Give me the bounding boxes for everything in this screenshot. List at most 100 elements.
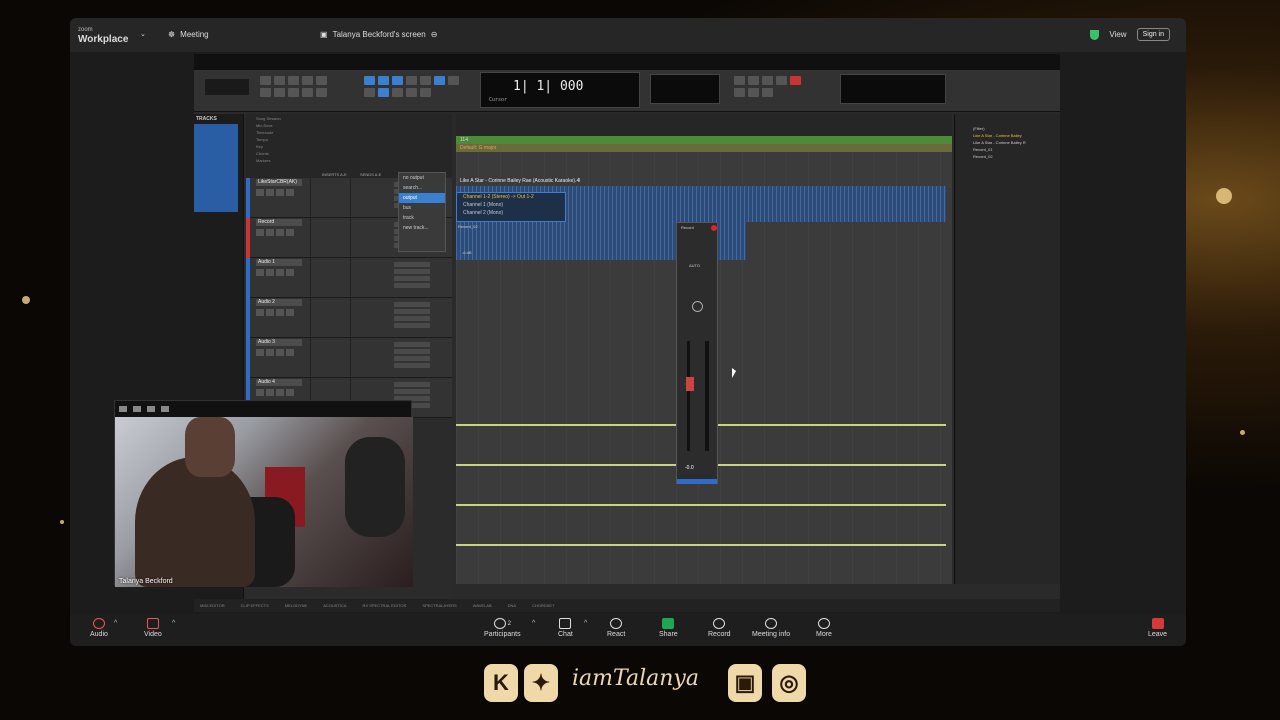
- chevron-up-icon[interactable]: ^: [584, 620, 587, 627]
- chevron-up-icon[interactable]: ^: [532, 620, 535, 627]
- edit-mode-group[interactable]: [364, 76, 464, 104]
- video-button[interactable]: Video: [144, 618, 162, 638]
- share-button[interactable]: Share: [659, 618, 678, 638]
- ruler-label: Markers: [256, 158, 271, 163]
- clip-list-item[interactable]: Like A Star - Corinne Bailey: [955, 132, 1060, 139]
- track-name[interactable]: LikeStarCBR(AK): [256, 179, 302, 186]
- participants-count: 2: [507, 620, 511, 627]
- meeting-info-button[interactable]: Meeting info: [752, 618, 790, 638]
- menu-item[interactable]: Channel 1 (Mono): [457, 201, 565, 209]
- edit-window[interactable]: 114 Default: G major Like A Star - Corin…: [456, 114, 952, 584]
- mixer-channel-strip: Record AUTO -0.0: [676, 222, 718, 484]
- react-button[interactable]: React: [607, 618, 625, 638]
- record-arm-icon[interactable]: [711, 225, 717, 231]
- more-label: More: [816, 631, 832, 638]
- menu-item[interactable]: no output: [399, 173, 445, 183]
- participants-button[interactable]: 2 Participants: [484, 618, 521, 638]
- main-counter[interactable]: 1| 1| 000 Cursor: [480, 72, 640, 108]
- track-name[interactable]: Audio 1: [256, 259, 302, 266]
- camera-icon: [146, 618, 159, 629]
- clip-list-panel: (Filter) Like A Star - Corinne Bailey Li…: [954, 114, 1060, 584]
- daw-toolbar: 1| 1| 000 Cursor: [194, 70, 1060, 112]
- participants-icon: [493, 618, 506, 629]
- track-name[interactable]: Record: [256, 219, 302, 226]
- chat-button[interactable]: Chat: [558, 618, 573, 638]
- bottom-tab[interactable]: SPECTRALAYERS: [422, 603, 456, 608]
- audio-button[interactable]: Audio: [90, 618, 108, 638]
- bottom-tab[interactable]: ACOUSTICA: [323, 603, 346, 608]
- track-row[interactable]: Audio 1: [246, 258, 452, 298]
- pan-knob[interactable]: [692, 301, 703, 312]
- edit-tool-group[interactable]: [260, 76, 330, 104]
- track-row[interactable]: Audio 3: [246, 338, 452, 378]
- menu-item[interactable]: Channel 1-2 (Stereo) -> Out 1-2: [457, 193, 565, 201]
- gallery-view-icon[interactable]: [147, 406, 155, 412]
- clip-list-item[interactable]: Record_01: [955, 146, 1060, 153]
- webcam-tile[interactable]: Talanya Beckford: [114, 400, 413, 587]
- tracks-list[interactable]: [194, 124, 238, 212]
- bottom-tab[interactable]: MIDI EDITOR: [200, 603, 225, 608]
- grid-nudge-display[interactable]: [840, 74, 946, 104]
- chevron-up-icon[interactable]: ^: [114, 620, 117, 627]
- transport-group[interactable]: [734, 76, 804, 104]
- menu-item[interactable]: bus: [399, 203, 445, 213]
- ruler-label: Tempo: [256, 137, 269, 142]
- meeting-label: Meeting: [180, 30, 209, 39]
- leave-button[interactable]: Leave: [1148, 618, 1167, 638]
- webcam-video: Talanya Beckford: [115, 417, 413, 587]
- ruler-label: Chords: [256, 151, 269, 156]
- chevron-up-icon[interactable]: ^: [172, 620, 175, 627]
- daw-title-bar: [194, 54, 1060, 70]
- clip-list-item[interactable]: Record_02: [955, 153, 1060, 160]
- shield-icon: [1090, 29, 1100, 40]
- tempo-display[interactable]: [650, 74, 720, 104]
- react-label: React: [607, 631, 626, 638]
- ruler-label: Min:Secs: [256, 123, 273, 128]
- meeting-menu[interactable]: ☸ Meeting: [168, 30, 209, 39]
- timeline-ruler[interactable]: [456, 114, 952, 136]
- video-label: Video: [144, 631, 162, 638]
- strip-footer: [677, 479, 717, 484]
- menu-item[interactable]: Channel 2 (Mono): [457, 209, 565, 217]
- record-label: Record: [708, 631, 731, 638]
- record-button[interactable]: Record: [708, 618, 731, 638]
- track-name[interactable]: Audio 2: [256, 299, 302, 306]
- menu-item[interactable]: new track...: [399, 223, 445, 233]
- bottom-tab[interactable]: DNA: [508, 603, 516, 608]
- chat-label: Chat: [558, 631, 573, 638]
- grid-view-icon[interactable]: [161, 406, 169, 412]
- automation-mode[interactable]: AUTO: [689, 263, 700, 268]
- instagram-icon: ◎: [772, 664, 806, 702]
- clip-list-item[interactable]: Like A Star - Corinne Bailey R: [955, 139, 1060, 146]
- minimize-icon[interactable]: [119, 406, 127, 412]
- chevron-down-icon[interactable]: ⌄: [140, 30, 146, 38]
- bottom-tab[interactable]: CLIP EFFECTS: [241, 603, 269, 608]
- bottom-tab[interactable]: CHORDSET: [532, 603, 554, 608]
- speaker-view-icon[interactable]: [133, 406, 141, 412]
- track-name[interactable]: Audio 4: [256, 379, 302, 386]
- key-lane[interactable]: Default: G major: [456, 144, 952, 152]
- bottom-tab[interactable]: RX SPECTRAL EDITOR: [363, 603, 407, 608]
- volume-fader[interactable]: [686, 377, 694, 391]
- track-name[interactable]: Audio 3: [256, 339, 302, 346]
- track-row[interactable]: Audio 2: [246, 298, 452, 338]
- menu-item[interactable]: output: [399, 193, 445, 203]
- more-button[interactable]: More: [816, 618, 832, 638]
- stop-view-icon[interactable]: ⊖: [431, 30, 438, 39]
- bottom-tab[interactable]: MELODYNE: [285, 603, 307, 608]
- ruler-label: Timecode: [256, 130, 274, 135]
- volume-readout: -0.0: [685, 465, 694, 471]
- leave-label: Leave: [1148, 631, 1168, 638]
- view-button[interactable]: View: [1109, 30, 1126, 39]
- signin-button[interactable]: Sign in: [1136, 28, 1170, 41]
- ruler-label: Key: [256, 144, 263, 149]
- marker-lane[interactable]: 114: [456, 136, 952, 144]
- automation-line[interactable]: [456, 504, 946, 506]
- shared-screen-tab[interactable]: ▣ Talanya Beckford's screen ⊖: [320, 30, 437, 39]
- clip-filter[interactable]: (Filter): [955, 114, 1060, 132]
- counter-value: 1| 1| 000: [513, 79, 584, 94]
- menu-item[interactable]: track: [399, 213, 445, 223]
- menu-item[interactable]: search...: [399, 183, 445, 193]
- bottom-tab[interactable]: WAVELAB: [473, 603, 492, 608]
- automation-line[interactable]: [456, 544, 946, 546]
